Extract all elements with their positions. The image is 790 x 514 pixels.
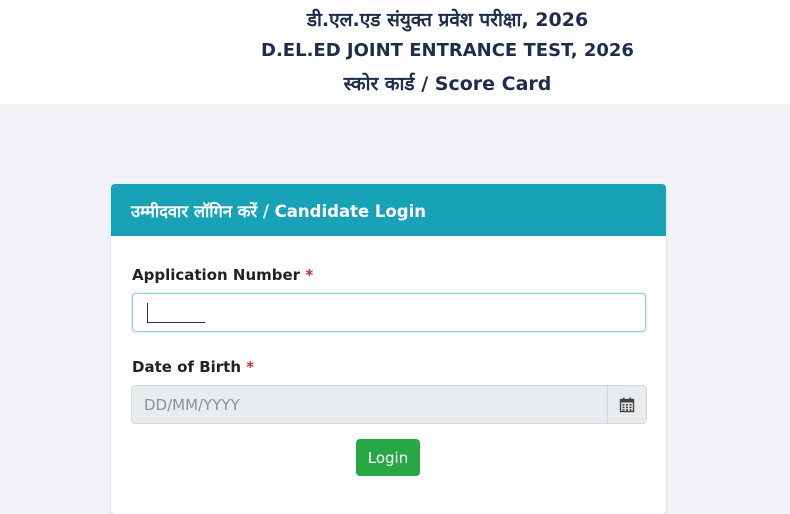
page-header: डी.एल.एड संयुक्त प्रवेश परीक्षा, 2026 D.…: [0, 0, 790, 104]
application-number-label-text: Application Number: [132, 266, 301, 284]
required-mark: *: [246, 358, 255, 376]
date-of-birth-label-text: Date of Birth: [132, 358, 242, 376]
input-underline: [147, 322, 205, 323]
required-mark: *: [305, 266, 314, 284]
title-english: D.EL.ED JOINT ENTRANCE TEST, 2026: [261, 40, 634, 61]
calendar-button[interactable]: [607, 386, 646, 423]
date-of-birth-group: DD/MM/YYYY: [131, 385, 647, 424]
score-card-subtitle: स्कोर कार्ड / Score Card: [343, 73, 552, 95]
card-heading: उम्मीदवार लॉगिन करें / Candidate Login: [111, 184, 666, 236]
application-number-label: Application Number *: [132, 266, 313, 284]
text-caret: [147, 303, 148, 323]
title-hindi: डी.एल.एड संयुक्त प्रवेश परीक्षा, 2026: [306, 9, 589, 31]
login-button[interactable]: Login: [356, 439, 420, 476]
application-number-input[interactable]: [132, 293, 646, 332]
date-of-birth-input[interactable]: DD/MM/YYYY: [132, 386, 607, 423]
candidate-login-card: उम्मीदवार लॉगिन करें / Candidate Login A…: [111, 184, 666, 514]
date-of-birth-label: Date of Birth *: [132, 358, 254, 376]
calendar-icon: [619, 397, 635, 412]
